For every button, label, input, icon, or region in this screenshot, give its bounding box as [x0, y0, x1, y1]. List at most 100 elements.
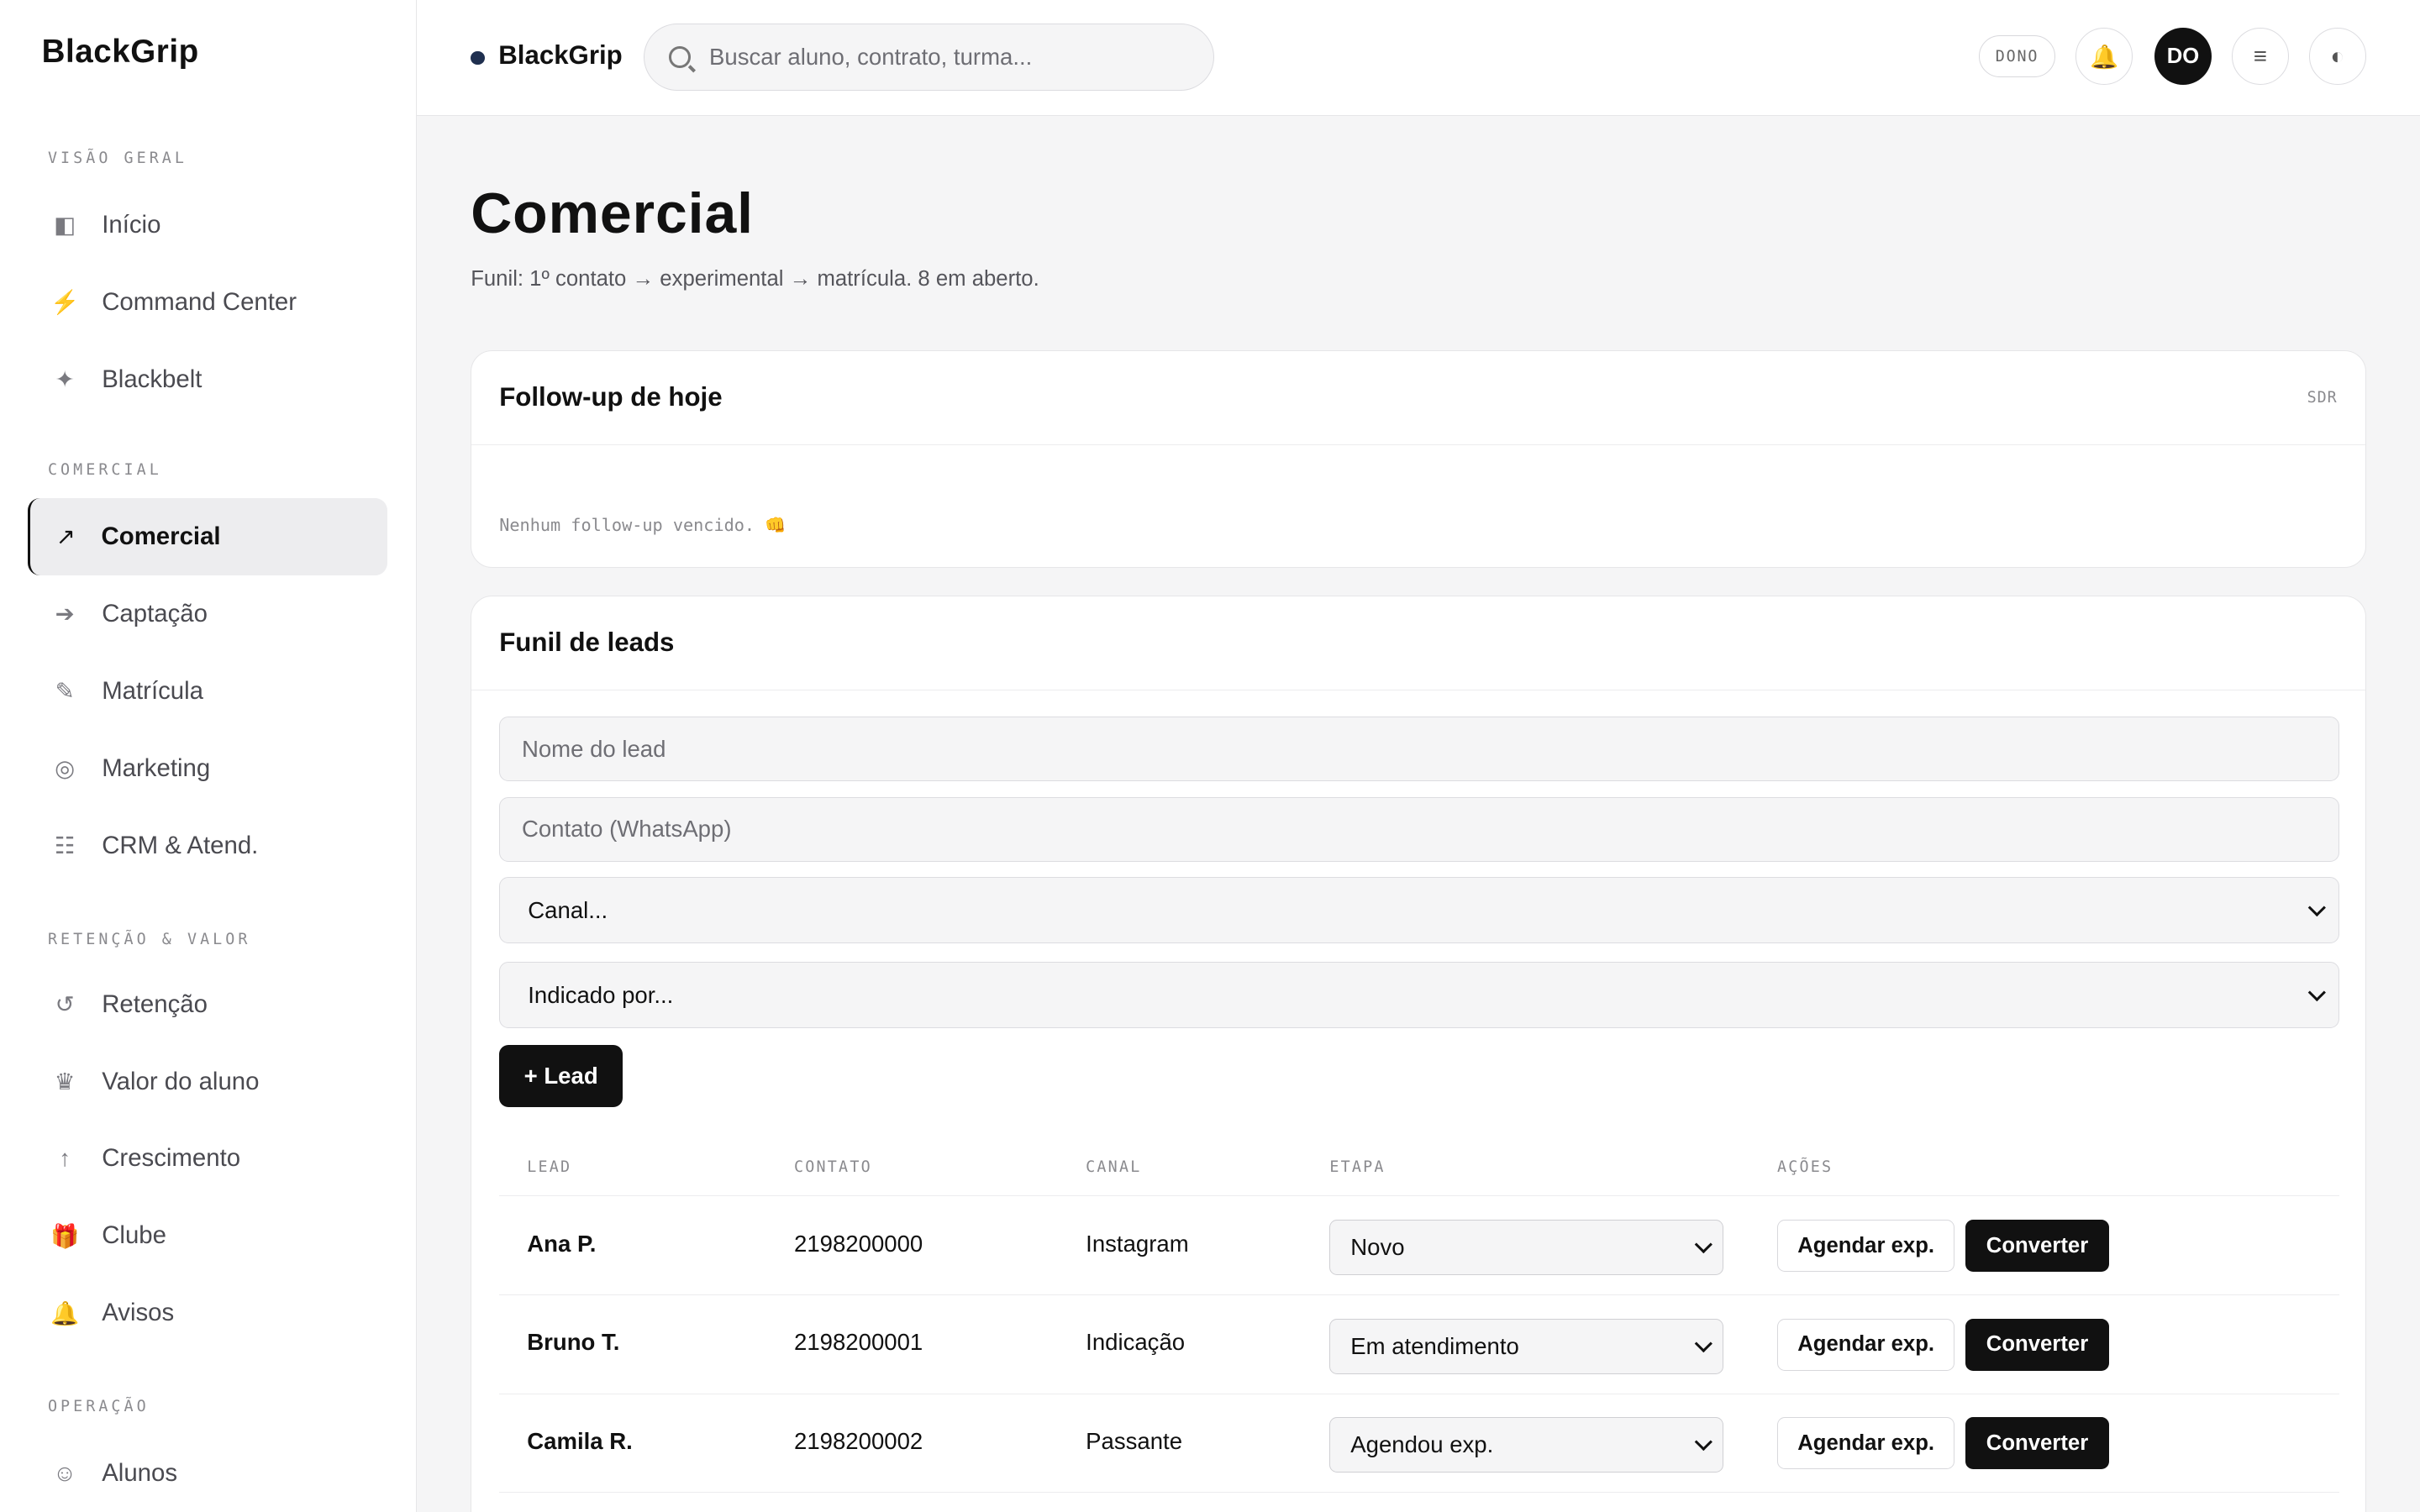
- sidebar-item-label: Comercial: [101, 522, 221, 551]
- target-icon: ◎: [55, 754, 76, 781]
- lead-contact: 2198200000: [794, 1230, 923, 1257]
- schedule-trial-button[interactable]: Agendar exp.: [1777, 1417, 1955, 1470]
- column-header-channel: CANAL: [1086, 1158, 1142, 1176]
- followup-title: Follow-up de hoje: [499, 382, 723, 412]
- sidebar-item-avisos[interactable]: 🔔 Avisos: [28, 1274, 387, 1352]
- stage-select[interactable]: Agendou exp.: [1329, 1417, 1723, 1473]
- column-header-contact: CONTATO: [794, 1158, 872, 1176]
- followup-tag: SDR: [2307, 388, 2338, 407]
- chevron-down-icon: [1695, 1235, 1713, 1253]
- referral-select-value: Indicado por...: [528, 981, 674, 1008]
- sidebar-item-command-center[interactable]: ⚡ Command Center: [28, 264, 387, 341]
- column-header-lead: LEAD: [527, 1158, 572, 1176]
- sidebar-item-label: CRM & Atend.: [102, 831, 259, 859]
- topbar: BlackGrip DONO 🔔 DO ≡ ◐: [416, 0, 2420, 116]
- dashboard-icon: ◧: [54, 212, 76, 239]
- schedule-trial-button[interactable]: Agendar exp.: [1777, 1219, 1955, 1273]
- refresh-icon: ↺: [55, 990, 75, 1017]
- trend-arrow-icon: ↗: [55, 523, 76, 550]
- half-circle-icon: ◐: [2330, 43, 2344, 70]
- table-header: LEAD CONTATO CANAL ETAPA AÇÕES: [499, 1138, 2339, 1197]
- table-row: Camila R. 2198200002 Passante Agendou ex…: [499, 1394, 2339, 1494]
- sidebar-section-label: VISÃO GERAL: [47, 150, 187, 168]
- stage-select[interactable]: Novo: [1329, 1219, 1723, 1276]
- sidebar-item-captacao[interactable]: ➔ Captação: [28, 575, 387, 653]
- sidebar-item-marketing[interactable]: ◎ Marketing: [28, 730, 387, 807]
- search-icon: [669, 46, 691, 68]
- lead-contact-input[interactable]: [499, 796, 2339, 862]
- add-lead-button[interactable]: + Lead: [499, 1045, 623, 1107]
- referral-select[interactable]: Indicado por...: [499, 962, 2339, 1029]
- sidebar-item-clube[interactable]: 🎁 Clube: [28, 1197, 387, 1274]
- funnel-header: Funil de leads: [471, 596, 2365, 690]
- avatar[interactable]: DO: [2154, 28, 2212, 85]
- page-subtitle: Funil: 1º contato → experimental → matrí…: [471, 266, 1039, 291]
- sparkle-icon: ✦: [55, 365, 75, 392]
- menu-button[interactable]: ≡: [2231, 28, 2289, 85]
- bell-icon: 🔔: [50, 1299, 80, 1326]
- chevron-down-icon: [2307, 983, 2326, 1001]
- lightning-icon: ⚡: [50, 289, 80, 316]
- list-icon: ☷: [54, 832, 76, 858]
- table-row: Ana P. 2198200000 Instagram Novo Agendar…: [499, 1196, 2339, 1295]
- arrow-right-icon: ➔: [55, 600, 75, 627]
- convert-button[interactable]: Converter: [1965, 1219, 2109, 1273]
- lead-contact: 2198200001: [794, 1329, 923, 1356]
- sidebar-brand: BlackGrip: [41, 34, 199, 71]
- lead-name: Bruno T.: [527, 1329, 620, 1356]
- chevron-down-icon: [2307, 898, 2326, 916]
- channel-select-value: Canal...: [528, 896, 608, 923]
- search-box[interactable]: [643, 23, 1215, 92]
- sidebar-item-label: Crescimento: [102, 1144, 241, 1173]
- followup-empty-message: Nenhum follow-up vencido. 👊: [499, 514, 786, 535]
- gift-icon: 🎁: [50, 1222, 80, 1249]
- sidebar-item-alunos[interactable]: ☺ Alunos: [28, 1435, 387, 1512]
- stage-select-value: Em atendimento: [1350, 1332, 1519, 1359]
- notifications-button[interactable]: 🔔: [2075, 28, 2133, 85]
- stage-select-value: Novo: [1350, 1234, 1405, 1260]
- lead-name-input[interactable]: [499, 717, 2339, 782]
- followup-header: Follow-up de hoje SDR: [471, 351, 2365, 445]
- pencil-icon: ✎: [55, 677, 75, 704]
- sidebar-item-inicio[interactable]: ◧ Início: [28, 186, 387, 264]
- column-header-actions: AÇÕES: [1777, 1158, 1833, 1176]
- leads-funnel-card: Funil de leads Canal... Indicado por... …: [471, 595, 2366, 1512]
- sidebar-item-retencao[interactable]: ↺ Retenção: [28, 966, 387, 1043]
- sidebar-item-label: Alunos: [102, 1459, 178, 1488]
- channel-select[interactable]: Canal...: [499, 877, 2339, 944]
- sidebar-item-blackbelt[interactable]: ✦ Blackbelt: [28, 341, 387, 418]
- chevron-down-icon: [1695, 1433, 1713, 1451]
- stage-select-value: Agendou exp.: [1350, 1431, 1494, 1458]
- theme-toggle-button[interactable]: ◐: [2308, 28, 2366, 85]
- convert-button[interactable]: Converter: [1965, 1417, 2109, 1470]
- convert-button[interactable]: Converter: [1965, 1318, 2109, 1371]
- sidebar: BlackGrip VISÃO GERAL ◧ Início ⚡ Command…: [0, 0, 417, 1512]
- sidebar-item-label: Retenção: [102, 990, 208, 1018]
- lead-channel: Instagram: [1086, 1230, 1189, 1257]
- sidebar-item-label: Avisos: [102, 1299, 175, 1327]
- lead-name: Camila R.: [527, 1427, 633, 1454]
- menu-icon: ≡: [2253, 43, 2267, 70]
- sidebar-item-label: Blackbelt: [102, 365, 203, 393]
- sidebar-item-label: Command Center: [102, 287, 297, 316]
- crown-icon: ♛: [54, 1068, 76, 1095]
- chevron-down-icon: [1695, 1334, 1713, 1352]
- funnel-title: Funil de leads: [499, 627, 675, 658]
- sidebar-item-matricula[interactable]: ✎ Matrícula: [28, 653, 387, 730]
- sidebar-item-valor-do-aluno[interactable]: ♛ Valor do aluno: [28, 1043, 387, 1121]
- sidebar-item-comercial[interactable]: ↗ Comercial: [28, 498, 387, 576]
- sidebar-item-label: Valor do aluno: [102, 1067, 260, 1095]
- topbar-brand: BlackGrip: [498, 39, 623, 70]
- followup-card: Follow-up de hoje SDR Nenhum follow-up v…: [471, 349, 2366, 568]
- page-title: Comercial: [471, 181, 754, 245]
- sidebar-item-label: Matrícula: [102, 676, 204, 705]
- sidebar-item-label: Início: [102, 211, 161, 239]
- search-input[interactable]: [709, 43, 1172, 71]
- sidebar-item-crm[interactable]: ☷ CRM & Atend.: [28, 807, 387, 885]
- sidebar-item-crescimento[interactable]: ↑ Crescimento: [28, 1120, 387, 1197]
- stage-select[interactable]: Em atendimento: [1329, 1318, 1723, 1374]
- leads-table: LEAD CONTATO CANAL ETAPA AÇÕES Ana P. 21…: [499, 1138, 2339, 1494]
- lead-contact: 2198200002: [794, 1427, 923, 1454]
- schedule-trial-button[interactable]: Agendar exp.: [1777, 1318, 1955, 1371]
- table-row: Bruno T. 2198200001 Indicação Em atendim…: [499, 1295, 2339, 1394]
